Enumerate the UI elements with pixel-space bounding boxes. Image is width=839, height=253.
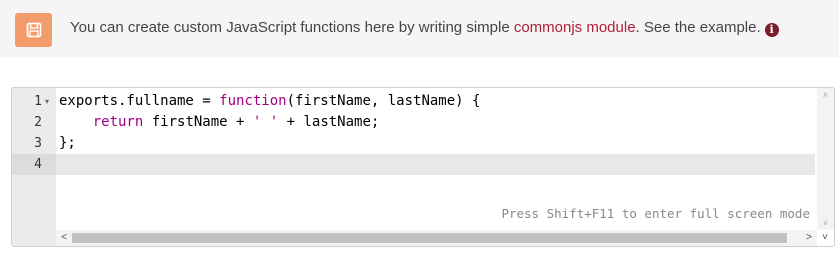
chevron-down-icon[interactable]: ˅ — [818, 230, 832, 246]
fold-toggle-icon[interactable]: ▾ — [45, 91, 53, 112]
banner-text-before: You can create custom JavaScript functio… — [70, 19, 514, 36]
horizontal-scrollbar[interactable]: < > — [56, 230, 817, 246]
code-token: exports.fullname = — [59, 93, 220, 109]
scroll-left-icon[interactable]: < — [57, 230, 71, 246]
code-token: + lastName; — [278, 114, 380, 130]
code-token: (firstName, lastName) { — [286, 93, 481, 109]
info-icon[interactable]: i — [764, 23, 779, 37]
line-number: 3 — [34, 136, 42, 151]
horizontal-scroll-thumb[interactable] — [72, 233, 787, 243]
code-token: }; — [59, 135, 76, 151]
fullscreen-hint: Press Shift+F11 to enter full screen mod… — [501, 206, 810, 221]
scroll-down-icon[interactable]: ˅ — [817, 216, 834, 230]
editor-gutter: 1 ▾ 2 3 4 — [12, 88, 56, 246]
line-number: 4 — [34, 157, 42, 172]
code-token: firstName + — [143, 114, 253, 130]
line-number: 1 — [34, 94, 42, 109]
code-editor[interactable]: 1 ▾ 2 3 4 exports.fullname = function(fi… — [11, 87, 835, 247]
code-line[interactable]: }; — [59, 133, 76, 154]
vertical-scrollbar[interactable]: ˄ ˅ — [817, 88, 834, 230]
active-line-highlight — [56, 154, 815, 175]
code-line[interactable]: exports.fullname = function(firstName, l… — [59, 91, 480, 112]
banner-message: You can create custom JavaScript functio… — [70, 19, 779, 37]
scroll-right-icon[interactable]: > — [802, 230, 816, 246]
banner-text-after: . See the example. — [635, 19, 761, 36]
save-icon — [15, 13, 52, 47]
code-keyword: function — [219, 93, 287, 109]
code-keyword: return — [92, 114, 144, 130]
code-string: ' ' — [252, 114, 279, 130]
code-line[interactable]: return firstName + ' ' + lastName; — [59, 112, 380, 133]
line-number: 2 — [34, 115, 42, 130]
info-banner: You can create custom JavaScript functio… — [0, 0, 839, 57]
scroll-up-icon[interactable]: ˄ — [817, 88, 834, 102]
commonjs-module-link[interactable]: commonjs module — [514, 19, 636, 36]
